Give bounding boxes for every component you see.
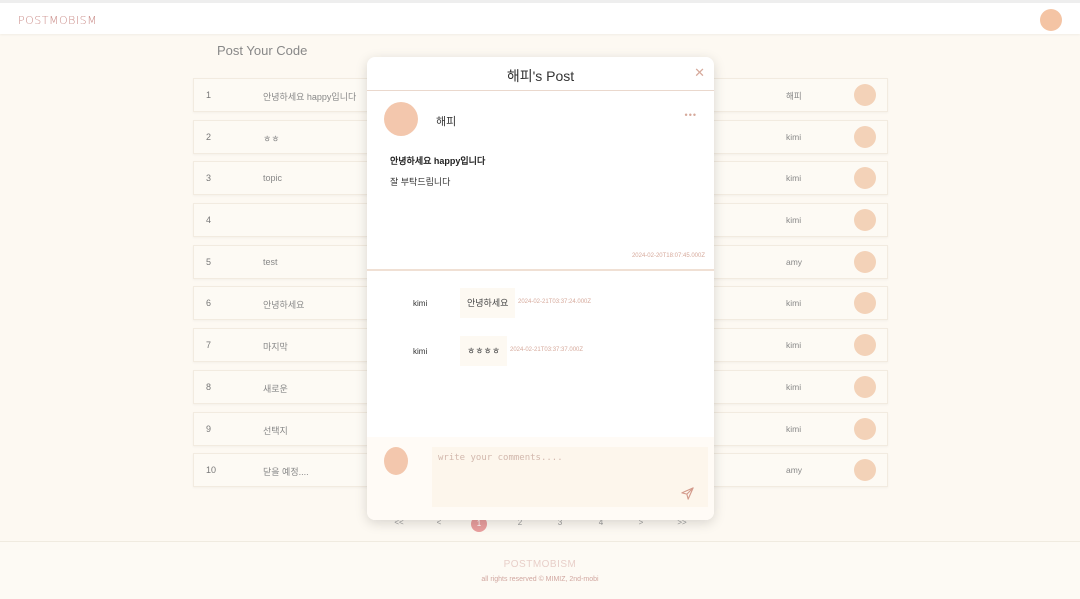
post-author: 해피 <box>786 91 802 101</box>
post-title: test <box>263 256 278 267</box>
post-author: amy <box>786 465 803 476</box>
post-number: 5 <box>206 256 212 267</box>
post-title: 안녕하세요 <box>263 300 305 311</box>
post-author: kimi <box>786 131 802 142</box>
post-title: 안녕하세요 happy입니다 <box>390 156 486 166</box>
post-title: 새로운 <box>263 383 288 394</box>
post-number: 6 <box>206 298 212 309</box>
modal-header: 해피's Post ✕ <box>367 57 714 91</box>
author-avatar <box>854 84 876 106</box>
post-author: kimi <box>786 215 802 226</box>
author-avatar <box>854 209 876 232</box>
post-number: 2 <box>206 131 212 142</box>
author-avatar <box>854 417 876 440</box>
comment-date: 2024-02-21T03:37:37.000Z <box>510 347 584 353</box>
post-number: 9 <box>206 423 212 434</box>
author-avatar <box>854 125 876 148</box>
post-number: 1 <box>206 90 212 100</box>
post-title: 선택지 <box>263 425 288 436</box>
author-avatar <box>854 250 876 273</box>
comment-item: kimi ㅎㅎㅎㅎ 2024-02-21T03:37:37.000Z <box>367 336 714 366</box>
comment-composer <box>367 437 714 520</box>
post-number: 3 <box>206 173 212 184</box>
page-title: Post Your Code <box>217 43 308 58</box>
comment-date: 2024-02-21T03:37:24.000Z <box>518 299 592 305</box>
author-avatar <box>384 102 418 136</box>
author-avatar <box>854 375 876 398</box>
footer: POSTMOBISM all rights reserved © MIMIZ, … <box>0 541 1080 599</box>
author-avatar <box>854 334 876 357</box>
comment-user: kimi <box>413 299 428 308</box>
author-avatar <box>854 167 876 190</box>
author-avatar <box>854 292 876 315</box>
post-author: 해피 <box>436 116 457 128</box>
send-icon[interactable] <box>680 486 695 501</box>
user-avatar[interactable] <box>1040 9 1062 31</box>
post-author: amy <box>786 256 803 267</box>
comment-avatar <box>383 339 407 363</box>
post-author: kimi <box>786 381 802 392</box>
post-title: 안녕하세요 happy입니다 <box>263 92 357 102</box>
comment-text: ㅎㅎㅎㅎ <box>460 336 508 366</box>
post-title: ㅎㅎ <box>263 133 280 144</box>
post-title: 닫을 예정.... <box>263 467 309 478</box>
logo[interactable]: POSTMOBISM <box>18 14 97 27</box>
post-number: 7 <box>206 340 212 351</box>
comment-avatar <box>383 291 407 315</box>
comment-user: kimi <box>413 347 428 356</box>
post-title: topic <box>263 173 283 184</box>
post-date: 2024-02-20T18:07:45.000Z <box>631 253 705 259</box>
post-author: kimi <box>786 298 802 309</box>
post-modal: 해피's Post ✕ 해피 ••• 안녕하세요 happy입니다 잘 부탁드립… <box>367 57 714 520</box>
post-title: 마지막 <box>263 342 288 353</box>
post-body: 잘 부탁드립니다 <box>390 177 451 187</box>
post-number: 10 <box>206 465 217 476</box>
post-number: 4 <box>206 215 212 226</box>
header: POSTMOBISM <box>0 0 1080 34</box>
footer-brand: POSTMOBISM <box>503 559 577 570</box>
post-author: kimi <box>786 173 802 184</box>
modal-title: 해피's Post <box>506 68 575 84</box>
more-options-icon[interactable]: ••• <box>685 110 697 120</box>
comment-input[interactable] <box>432 447 708 507</box>
comment-text: 안녕하세요 <box>460 288 516 318</box>
comment-item: kimi 안녕하세요 2024-02-21T03:37:24.000Z <box>367 288 714 318</box>
author-avatar <box>854 459 876 482</box>
close-icon[interactable]: ✕ <box>694 65 705 81</box>
post-number: 8 <box>206 381 212 392</box>
post-author: kimi <box>786 423 802 434</box>
divider <box>367 269 714 271</box>
current-user-avatar <box>384 447 408 475</box>
post-author: kimi <box>786 340 802 351</box>
footer-copyright: all rights reserved © MIMIZ, 2nd-mobi <box>481 576 599 583</box>
